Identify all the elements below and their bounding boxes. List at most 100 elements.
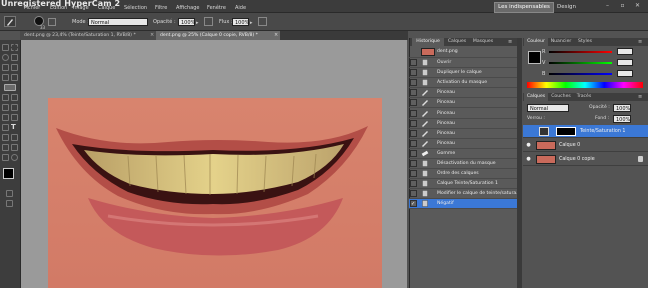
3d-rotate-tool-icon[interactable] bbox=[2, 144, 9, 151]
history-source-checkbox[interactable] bbox=[410, 180, 417, 188]
history-item[interactable]: ✓ Négatif bbox=[409, 199, 517, 210]
move-tool-icon[interactable] bbox=[2, 44, 9, 51]
tab-styles[interactable]: Styles bbox=[574, 38, 596, 46]
panel-menu-icon[interactable]: ≡ bbox=[638, 39, 642, 45]
layer-row[interactable]: ● Calque 0 bbox=[523, 139, 648, 152]
history-item[interactable]: Calque Teinte/Saturation 1 bbox=[409, 179, 517, 190]
lasso-tool-icon[interactable] bbox=[2, 54, 9, 61]
tablet-pressure-icon[interactable] bbox=[204, 17, 213, 26]
history-source-checkbox[interactable] bbox=[410, 170, 417, 178]
history-item[interactable]: Pinceau bbox=[409, 109, 517, 119]
visibility-eye-icon[interactable]: ● bbox=[525, 156, 532, 163]
history-source-checkbox[interactable] bbox=[410, 160, 417, 167]
opacity-arrow-icon[interactable]: ▸ bbox=[196, 20, 199, 26]
tab-document-1[interactable]: dent.png @ 23,4% (Teinte/Saturation 1, R… bbox=[20, 31, 156, 40]
menu-selection[interactable]: Sélection bbox=[124, 5, 147, 11]
hand-tool-icon[interactable] bbox=[2, 154, 9, 161]
document-image[interactable] bbox=[48, 98, 382, 288]
dodge-tool-icon[interactable] bbox=[11, 114, 18, 121]
history-item[interactable]: Pinceau bbox=[409, 129, 517, 139]
path-selection-tool-icon[interactable] bbox=[2, 134, 9, 141]
workspace-essentials-button[interactable]: Les indispensables bbox=[494, 2, 554, 13]
green-slider[interactable] bbox=[549, 62, 612, 64]
tab-historique[interactable]: Historique bbox=[412, 38, 444, 46]
history-brush-tool-icon[interactable] bbox=[11, 94, 18, 101]
history-item[interactable]: Désactivation du masque bbox=[409, 159, 517, 169]
brush-tool-icon[interactable] bbox=[4, 84, 16, 91]
eraser-tool-icon[interactable] bbox=[2, 104, 9, 111]
tool-preset-picker[interactable] bbox=[4, 16, 16, 27]
history-source-checkbox[interactable] bbox=[410, 139, 417, 147]
minimize-icon[interactable]: – bbox=[603, 2, 612, 10]
pen-tool-icon[interactable] bbox=[2, 124, 9, 131]
fill-input[interactable]: 100% bbox=[613, 115, 631, 123]
visibility-eye-icon[interactable] bbox=[525, 128, 532, 135]
clone-stamp-tool-icon[interactable] bbox=[2, 94, 9, 101]
tab-calques[interactable]: Calques bbox=[524, 93, 548, 101]
layer-opacity-input[interactable]: 100% bbox=[613, 104, 631, 112]
history-source-checkbox[interactable] bbox=[410, 79, 417, 87]
history-source-checkbox[interactable] bbox=[410, 89, 417, 97]
layer-mask-thumbnail[interactable] bbox=[556, 127, 576, 136]
history-source-checkbox[interactable] bbox=[410, 119, 417, 127]
patch-tool-icon[interactable] bbox=[11, 74, 18, 81]
workspace-design-button[interactable]: Design bbox=[557, 2, 576, 13]
visibility-eye-icon[interactable]: ● bbox=[525, 142, 532, 149]
history-item[interactable]: Ouvrir bbox=[409, 58, 517, 68]
magic-wand-tool-icon[interactable] bbox=[11, 54, 18, 61]
history-source-checkbox[interactable] bbox=[410, 69, 417, 77]
close-icon[interactable]: ✕ bbox=[633, 2, 642, 10]
history-item[interactable]: Pinceau bbox=[409, 139, 517, 149]
tab-close-icon[interactable]: × bbox=[274, 32, 278, 38]
panel-menu-icon[interactable]: ≡ bbox=[508, 39, 512, 45]
tab-couleur[interactable]: Couleur bbox=[524, 38, 548, 46]
tab-nuancier[interactable]: Nuancier bbox=[548, 38, 574, 46]
menu-filtre[interactable]: Filtre bbox=[155, 5, 167, 11]
3d-orbit-tool-icon[interactable] bbox=[11, 144, 18, 151]
brush-panel-toggle-icon[interactable] bbox=[48, 18, 56, 26]
eyedropper-tool-icon[interactable] bbox=[11, 64, 18, 71]
menu-fichier[interactable]: Fichier bbox=[24, 5, 40, 11]
marquee-tool-icon[interactable] bbox=[11, 44, 18, 51]
tab-document-2[interactable]: dent.png @ 25% (Calque 0 copie, RVB/8) * bbox=[156, 31, 280, 40]
blue-value-input[interactable] bbox=[617, 70, 633, 77]
tab-couches[interactable]: Couches bbox=[548, 93, 574, 101]
history-item[interactable]: Pinceau bbox=[409, 98, 517, 109]
menu-calque[interactable]: Calque bbox=[98, 5, 115, 11]
color-foreground-swatch[interactable] bbox=[528, 51, 541, 64]
flux-input[interactable]: 100% bbox=[232, 18, 249, 26]
history-source-checkbox[interactable]: ✓ bbox=[410, 200, 417, 208]
history-source-checkbox[interactable] bbox=[410, 190, 417, 198]
history-item[interactable]: Gomme bbox=[409, 149, 517, 159]
history-item[interactable]: Pinceau bbox=[409, 119, 517, 129]
history-item[interactable]: Ordre des calques bbox=[409, 169, 517, 180]
zoom-tool-icon[interactable] bbox=[11, 154, 18, 161]
menu-edition[interactable]: Édition bbox=[50, 5, 67, 11]
maximize-icon[interactable]: ▫ bbox=[618, 2, 627, 10]
history-item[interactable]: Activation du masque bbox=[409, 78, 517, 89]
gradient-tool-icon[interactable] bbox=[11, 104, 18, 111]
menu-aide[interactable]: Aide bbox=[235, 5, 246, 11]
blend-mode-select[interactable]: Normal bbox=[527, 104, 569, 112]
crop-tool-icon[interactable] bbox=[2, 64, 9, 71]
layer-row[interactable]: Teinte/Saturation 1 bbox=[523, 125, 648, 138]
quick-mask-icon[interactable] bbox=[6, 190, 13, 197]
blur-tool-icon[interactable] bbox=[2, 114, 9, 121]
brush-size-picker[interactable]: 33 bbox=[32, 15, 46, 30]
menu-image[interactable]: Image bbox=[73, 5, 89, 11]
type-tool-icon[interactable]: T bbox=[11, 123, 16, 131]
history-item[interactable]: Modifier le calque de teinte/satura... bbox=[409, 189, 521, 200]
layer-row[interactable]: ● Calque 0 copie bbox=[523, 153, 648, 166]
history-source-checkbox[interactable] bbox=[410, 129, 417, 137]
red-value-input[interactable] bbox=[617, 48, 633, 55]
history-source-checkbox[interactable] bbox=[410, 109, 417, 117]
color-ramp[interactable] bbox=[527, 82, 643, 88]
history-snapshot[interactable]: dent.png bbox=[409, 46, 517, 58]
green-value-input[interactable] bbox=[617, 59, 633, 66]
mode-select[interactable]: Normal bbox=[88, 18, 148, 26]
menu-fenetre[interactable]: Fenêtre bbox=[207, 5, 226, 11]
panel-menu-icon[interactable]: ≡ bbox=[638, 94, 642, 100]
history-source-checkbox[interactable] bbox=[410, 149, 417, 157]
healing-brush-tool-icon[interactable] bbox=[2, 74, 9, 81]
red-slider[interactable] bbox=[549, 51, 612, 53]
